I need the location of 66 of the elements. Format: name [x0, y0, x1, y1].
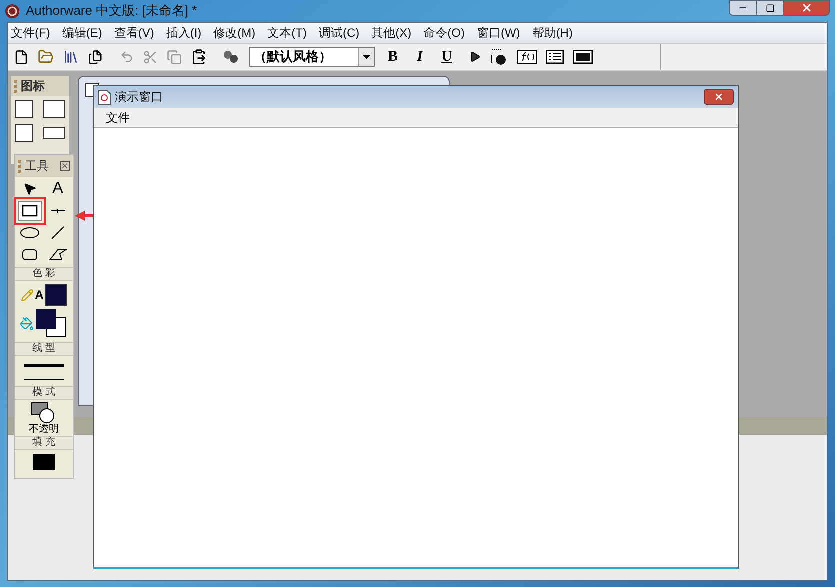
- format-button[interactable]: B: [384, 46, 402, 68]
- ellipse-icon: [20, 227, 40, 239]
- calculation-icon[interactable]: [43, 127, 65, 139]
- library-icon[interactable]: [63, 49, 79, 65]
- close-button[interactable]: [704, 89, 734, 105]
- fill-pattern-swatch[interactable]: [33, 454, 55, 470]
- maximize-button[interactable]: [757, 0, 784, 16]
- list-icon[interactable]: [546, 50, 564, 64]
- section-label: 模 式: [15, 386, 73, 400]
- menu-item[interactable]: 查看(V): [114, 24, 154, 42]
- close-button[interactable]: [784, 0, 830, 16]
- menu-item[interactable]: 修改(M): [214, 24, 256, 42]
- rectangle-icon: [22, 205, 38, 217]
- menu-item[interactable]: 文件: [106, 108, 130, 126]
- document-icon: [98, 90, 111, 104]
- open-folder-icon[interactable]: [38, 49, 54, 65]
- mode-label: 不透明: [29, 424, 59, 436]
- window-title: Authorware 中文版: [未命名] *: [26, 2, 198, 20]
- close-icon: [714, 92, 724, 102]
- format-button[interactable]: U: [438, 46, 456, 68]
- pointer-icon: [23, 182, 37, 196]
- menu-item[interactable]: 插入(I): [166, 24, 202, 42]
- palette-title: 图标: [21, 78, 45, 95]
- knowledge-object-icon[interactable]: [573, 50, 593, 64]
- paste-icon[interactable]: [191, 49, 207, 65]
- section-label: 色 彩: [15, 267, 73, 281]
- menu-item[interactable]: 帮助(H): [532, 24, 573, 42]
- maximize-icon: [766, 4, 774, 12]
- menu-item[interactable]: 调试(C): [318, 24, 360, 42]
- menu-item[interactable]: 编辑(E): [62, 24, 102, 42]
- app-logo-icon: [5, 4, 20, 18]
- tool-button[interactable]: [18, 201, 42, 221]
- arrow-icon: [75, 211, 95, 221]
- format-button[interactable]: I: [411, 46, 429, 68]
- play-icon[interactable]: [469, 51, 481, 63]
- window-title: 演示窗口: [115, 89, 163, 106]
- diagonal-line-icon: [51, 226, 65, 240]
- close-icon[interactable]: [60, 161, 70, 171]
- grip-icon[interactable]: [14, 80, 17, 92]
- new-file-icon[interactable]: [14, 50, 29, 64]
- function-icon[interactable]: [517, 50, 537, 64]
- menu-item[interactable]: 其他(X): [372, 24, 412, 42]
- marker-icon[interactable]: [490, 49, 508, 65]
- menu-item[interactable]: 文本(T): [268, 24, 307, 42]
- menu-item[interactable]: 窗口(W): [476, 24, 520, 42]
- opaque-mode-icon[interactable]: [31, 402, 57, 424]
- polygon-icon: [49, 249, 67, 261]
- paint-bucket-icon[interactable]: [20, 317, 34, 331]
- section-label: 填 充: [15, 436, 73, 450]
- close-icon: [800, 2, 812, 14]
- menu-item[interactable]: 文件(F): [11, 24, 50, 42]
- menu-item[interactable]: 命令(O): [424, 24, 465, 42]
- grip-icon[interactable]: [18, 160, 21, 172]
- tool-button[interactable]: A: [46, 179, 70, 199]
- motion-icon[interactable]: [15, 124, 33, 142]
- document-icon[interactable]: [88, 50, 103, 64]
- style-dropdown[interactable]: （默认风格）: [249, 47, 375, 67]
- text-color-label: A: [35, 287, 44, 304]
- line-color-swatch[interactable]: [44, 284, 67, 306]
- rounded-rectangle-icon: [22, 249, 38, 261]
- decision-icon[interactable]: [43, 100, 65, 118]
- minimize-button[interactable]: [729, 0, 757, 16]
- display-icon[interactable]: [15, 100, 33, 118]
- section-label: 线 型: [15, 342, 73, 356]
- palette-title: 工具: [25, 158, 49, 175]
- fill-color-swatches[interactable]: [36, 309, 67, 338]
